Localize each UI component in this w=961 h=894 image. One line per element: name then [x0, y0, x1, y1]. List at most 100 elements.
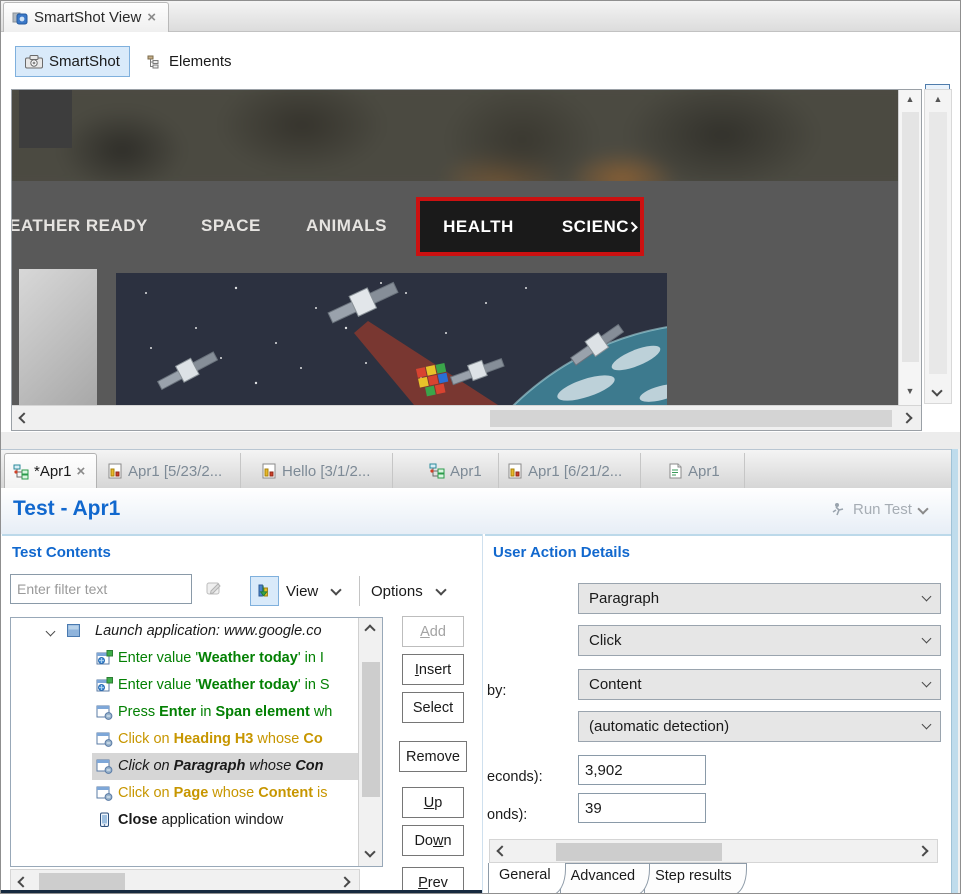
- document-icon: [667, 463, 683, 479]
- application-window: SmartShot View × SmartShot Elements EATH…: [0, 0, 961, 894]
- tree-row-text: Click on Page whose Content is: [118, 780, 328, 807]
- scroll-up-icon[interactable]: ▲: [899, 94, 921, 104]
- details-horizontal-scrollbar[interactable]: [489, 839, 938, 863]
- editor-tab[interactable]: Apr1: [659, 453, 745, 489]
- tree-row[interactable]: Click on Paragraph whose Con: [11, 753, 382, 780]
- editor-header: Test - Apr1: [1, 488, 961, 534]
- editor-tab[interactable]: Apr1: [421, 453, 499, 489]
- highlighted-nav-item: HEALTH: [443, 217, 514, 237]
- detail-select[interactable]: Paragraph: [578, 583, 941, 614]
- scrollbar-thumb[interactable]: [39, 873, 125, 891]
- editor-tab-label: *Apr1: [34, 463, 72, 480]
- report-icon: [107, 463, 123, 479]
- run-test-icon: [831, 502, 846, 517]
- chevron-down-icon: [922, 678, 932, 688]
- browser-input-icon: [96, 650, 113, 666]
- image-horizontal-scrollbar[interactable]: [12, 405, 921, 430]
- browser-action-icon: [96, 704, 113, 720]
- editor-tab[interactable]: *Apr1 ×: [4, 453, 97, 489]
- chevron-down-icon: [922, 634, 932, 644]
- bottom-tab-advanced[interactable]: Advanced: [560, 863, 651, 894]
- editor-tab[interactable]: Apr1 [6/21/2...: [499, 453, 641, 489]
- bottom-tab-general[interactable]: General: [488, 863, 566, 894]
- hero-dark-block: [19, 90, 72, 148]
- window-bottom-border: [1, 890, 482, 894]
- right-sash[interactable]: [951, 449, 958, 894]
- scroll-right-icon[interactable]: [901, 412, 912, 423]
- editor-tab[interactable]: Hello [3/1/2...: [253, 453, 393, 489]
- field-label: econds):: [487, 769, 543, 785]
- scroll-left-icon[interactable]: [496, 845, 507, 856]
- scroll-right-icon[interactable]: [917, 845, 928, 856]
- detail-select[interactable]: Click: [578, 625, 941, 656]
- run-test-dropdown-icon[interactable]: [917, 503, 928, 514]
- remove-button[interactable]: Remove: [399, 741, 467, 772]
- highlighted-nav-item: SCIENC: [562, 217, 629, 237]
- elements-toggle-label: Elements: [169, 53, 232, 70]
- scrollbar-thumb[interactable]: [556, 843, 722, 861]
- smartshot-toggle-button[interactable]: SmartShot: [15, 46, 130, 77]
- toolbar-separator: [359, 576, 360, 606]
- select-value: Paragraph: [589, 590, 923, 607]
- detail-select[interactable]: (automatic detection): [578, 711, 941, 742]
- elements-tree-icon: [147, 55, 163, 69]
- add-button[interactable]: Add: [402, 616, 464, 647]
- scroll-left-icon[interactable]: [17, 876, 28, 887]
- chevron-down-icon: [922, 592, 932, 602]
- image-vertical-scrollbar[interactable]: ▲ ▼: [898, 90, 921, 405]
- smartshot-screenshot-canvas[interactable]: EATHER READYSPACEANIMALS HEALTHSCIENC: [11, 89, 922, 431]
- view-vertical-scrollbar[interactable]: ▲: [924, 89, 952, 404]
- tree-row[interactable]: Enter value 'Weather today' in S: [11, 672, 382, 699]
- tree-row[interactable]: Enter value 'Weather today' in I: [11, 645, 382, 672]
- up-button[interactable]: Up: [402, 787, 464, 818]
- detail-select[interactable]: Content: [578, 669, 941, 700]
- scrollbar-thumb[interactable]: [902, 112, 919, 362]
- bottom-tab-step-results[interactable]: Step results: [644, 863, 747, 894]
- webpage-hero-image: [12, 90, 898, 181]
- browser-action-icon: [96, 785, 113, 801]
- editor-tab[interactable]: Apr1 [5/23/2...: [99, 453, 241, 489]
- chevron-down-icon: [435, 584, 446, 595]
- scroll-left-icon[interactable]: [18, 412, 29, 423]
- scrollbar-thumb[interactable]: [929, 112, 947, 374]
- scroll-right-icon[interactable]: [339, 876, 350, 887]
- select-button[interactable]: Select: [402, 692, 464, 723]
- scroll-down-icon[interactable]: ▼: [899, 386, 921, 396]
- view-mode-icon-button[interactable]: [250, 576, 279, 606]
- close-icon[interactable]: ×: [147, 10, 156, 25]
- tree-vertical-scrollbar[interactable]: [358, 618, 382, 866]
- user-action-details-title: User Action Details: [493, 544, 630, 561]
- camera-icon: [25, 55, 43, 69]
- tree-row[interactable]: Click on Page whose Content is: [11, 780, 382, 807]
- run-test-button[interactable]: Run Test: [831, 501, 927, 518]
- tree-row[interactable]: Click on Heading H3 whose Co: [11, 726, 382, 753]
- expander-icon[interactable]: [46, 627, 56, 637]
- insert-button[interactable]: Insert: [402, 654, 464, 685]
- view-tab-smartshot-view[interactable]: SmartShot View ×: [3, 2, 169, 32]
- filter-input[interactable]: [10, 574, 192, 604]
- tree-row[interactable]: Launch application: www.google.co: [11, 618, 382, 645]
- filter-edit-icon[interactable]: [206, 580, 223, 596]
- webpage-image-placeholder: [19, 269, 97, 405]
- elements-toggle-button[interactable]: Elements: [141, 46, 238, 77]
- tree-row[interactable]: Close application window: [11, 807, 382, 834]
- select-value: Content: [589, 676, 923, 693]
- tree-row-text: Enter value 'Weather today' in I: [118, 645, 324, 672]
- field-label: onds):: [487, 807, 527, 823]
- scroll-down-icon[interactable]: [931, 385, 942, 396]
- editor-tab-label: Hello [3/1/2...: [282, 463, 370, 480]
- detail-input[interactable]: [578, 755, 706, 785]
- close-icon[interactable]: ×: [77, 464, 86, 479]
- scrollbar-thumb[interactable]: [490, 410, 892, 427]
- detail-input[interactable]: [578, 793, 706, 823]
- scroll-up-icon[interactable]: [364, 624, 375, 635]
- scroll-down-icon[interactable]: [364, 846, 375, 857]
- scrollbar-thumb[interactable]: [362, 662, 380, 797]
- horizontal-sash[interactable]: [1, 432, 961, 449]
- scroll-up-icon[interactable]: ▲: [925, 94, 951, 104]
- editor-tab-label: Apr1: [450, 463, 482, 480]
- view-dropdown[interactable]: View: [286, 576, 340, 606]
- down-button[interactable]: Down: [402, 825, 464, 856]
- options-dropdown[interactable]: Options: [371, 576, 445, 606]
- tree-row[interactable]: Press Enter in Span element wh: [11, 699, 382, 726]
